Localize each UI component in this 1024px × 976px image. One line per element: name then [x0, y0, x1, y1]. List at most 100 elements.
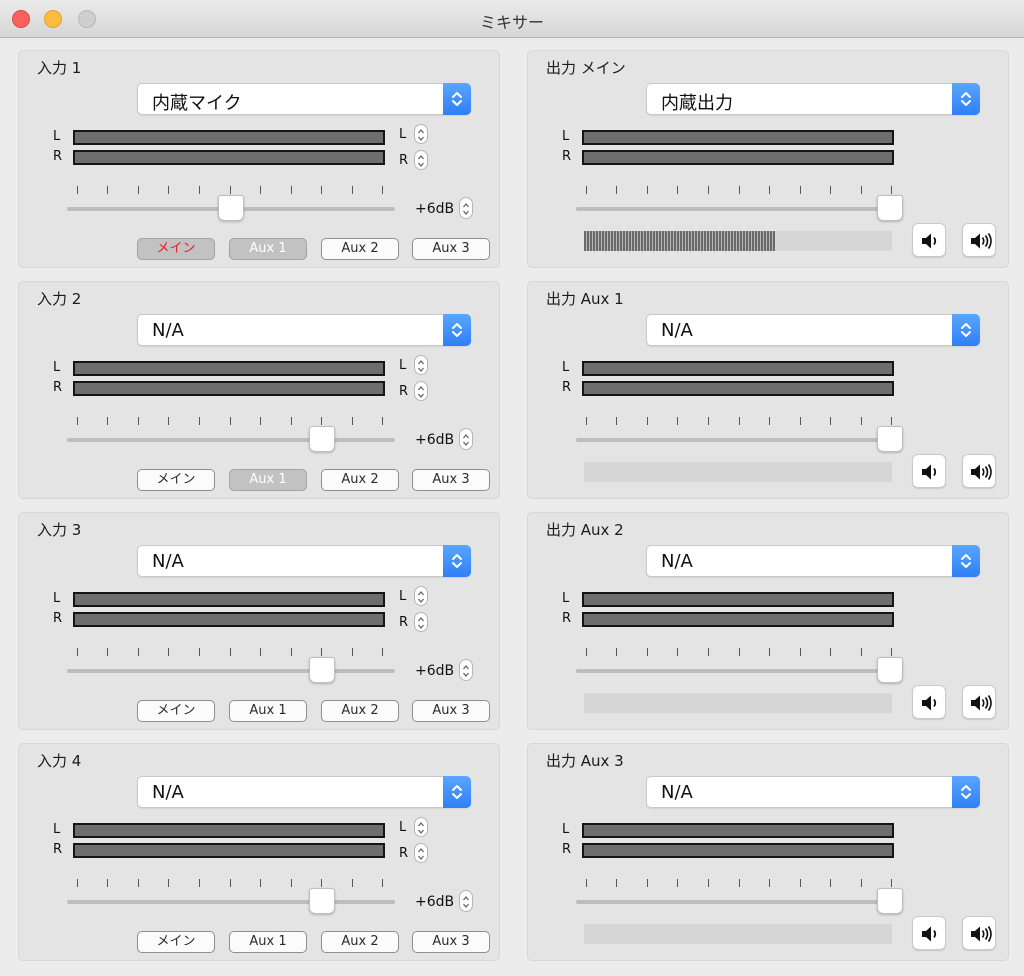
left-channel-label: L [399, 820, 407, 835]
output-level-slider-knob[interactable] [877, 195, 903, 221]
gain-stepper[interactable] [459, 659, 473, 681]
route-button[interactable]: Aux 2 [321, 931, 399, 953]
volume-down-button[interactable] [912, 223, 946, 257]
gain-slider-track[interactable] [67, 900, 395, 904]
route-button[interactable]: Aux 1 [229, 238, 307, 260]
slider-tick [830, 186, 831, 194]
slider-tick [321, 186, 322, 194]
gain-stepper[interactable] [459, 197, 473, 219]
volume-down-button[interactable] [912, 454, 946, 488]
route-button[interactable]: Aux 2 [321, 238, 399, 260]
left-level-meter [582, 130, 894, 145]
volume-up-button[interactable] [962, 454, 996, 488]
route-button[interactable]: Aux 2 [321, 469, 399, 491]
volume-down-button[interactable] [912, 916, 946, 950]
volume-down-button[interactable] [912, 685, 946, 719]
right-channel-stepper[interactable] [414, 843, 428, 863]
left-channel-stepper[interactable] [414, 817, 428, 837]
volume-up-button[interactable] [962, 685, 996, 719]
gain-slider-knob[interactable] [218, 195, 244, 221]
slider-tick [352, 648, 353, 656]
right-level-meter [582, 150, 894, 165]
route-button[interactable]: Aux 2 [321, 700, 399, 722]
route-button[interactable]: Aux 1 [229, 469, 307, 491]
output-device-select[interactable]: N/A [646, 776, 980, 808]
panel-title: 出力 Aux 3 [546, 752, 624, 770]
output-level-slider-track[interactable] [576, 207, 890, 211]
slider-tick [199, 879, 200, 887]
gain-stepper[interactable] [459, 890, 473, 912]
right-level-meter [582, 381, 894, 396]
left-channel-label: L [399, 589, 407, 604]
left-level-meter [73, 361, 385, 376]
output-level-slider-track[interactable] [576, 438, 890, 442]
slider-tick [830, 417, 831, 425]
up-down-chevron-icon [443, 776, 471, 808]
input-panel: 入力 3 N/A L L R R +6dB メイン Aux 1 Aux 2 Aux 3 [18, 512, 500, 730]
route-button[interactable]: Aux 3 [412, 700, 490, 722]
panel-title: 出力 メイン [546, 59, 626, 77]
input-source-select[interactable]: N/A [137, 545, 471, 577]
left-channel-stepper[interactable] [414, 124, 428, 144]
input-source-select[interactable]: N/A [137, 776, 471, 808]
volume-up-button[interactable] [962, 916, 996, 950]
route-button[interactable]: Aux 3 [412, 931, 490, 953]
output-level-slider-knob[interactable] [877, 426, 903, 452]
output-device-select[interactable]: 内蔵出力 [646, 83, 980, 115]
slider-tick [77, 186, 78, 194]
route-button[interactable]: Aux 3 [412, 469, 490, 491]
slider-tick [830, 648, 831, 656]
right-level-meter [73, 843, 385, 858]
slider-tick [291, 186, 292, 194]
slider-tick [769, 648, 770, 656]
up-down-chevron-icon [952, 314, 980, 346]
input-source-select[interactable]: N/A [137, 314, 471, 346]
slider-tick [616, 648, 617, 656]
output-level-slider-knob[interactable] [877, 888, 903, 914]
left-channel-stepper[interactable] [414, 355, 428, 375]
slider-tick [77, 879, 78, 887]
output-device-select[interactable]: N/A [646, 314, 980, 346]
slider-tick [586, 417, 587, 425]
gain-stepper[interactable] [459, 428, 473, 450]
slider-tick [769, 186, 770, 194]
slider-tick [677, 186, 678, 194]
route-button[interactable]: Aux 1 [229, 931, 307, 953]
route-button[interactable]: Aux 3 [412, 238, 490, 260]
route-button[interactable]: メイン [137, 238, 215, 260]
slider-tick [168, 417, 169, 425]
output-device-select[interactable]: N/A [646, 545, 980, 577]
slider-tick [321, 648, 322, 656]
left-channel-label: L [562, 822, 570, 837]
right-channel-stepper[interactable] [414, 381, 428, 401]
gain-slider-track[interactable] [67, 438, 395, 442]
right-channel-stepper[interactable] [414, 612, 428, 632]
slider-tick [291, 417, 292, 425]
slider-tick [708, 186, 709, 194]
right-channel-label: R [399, 384, 409, 399]
gain-slider-knob[interactable] [309, 426, 335, 452]
right-channel-label: R [562, 611, 572, 626]
gain-slider-track[interactable] [67, 669, 395, 673]
up-down-chevron-icon [443, 545, 471, 577]
route-button[interactable]: Aux 1 [229, 700, 307, 722]
route-button[interactable]: メイン [137, 469, 215, 491]
output-level-slider-track[interactable] [576, 900, 890, 904]
left-channel-label: L [399, 127, 407, 142]
input-source-select[interactable]: 内蔵マイク [137, 83, 471, 115]
slider-tick [230, 186, 231, 194]
slider-ticks [77, 648, 383, 658]
right-channel-stepper[interactable] [414, 150, 428, 170]
right-level-meter [73, 612, 385, 627]
output-level-slider-track[interactable] [576, 669, 890, 673]
slider-tick [168, 879, 169, 887]
route-button[interactable]: メイン [137, 700, 215, 722]
route-button[interactable]: メイン [137, 931, 215, 953]
volume-up-button[interactable] [962, 223, 996, 257]
gain-slider-knob[interactable] [309, 657, 335, 683]
left-channel-stepper[interactable] [414, 586, 428, 606]
gain-slider-knob[interactable] [309, 888, 335, 914]
slider-tick [891, 186, 892, 194]
gain-value: +6dB [415, 432, 455, 448]
output-level-slider-knob[interactable] [877, 657, 903, 683]
